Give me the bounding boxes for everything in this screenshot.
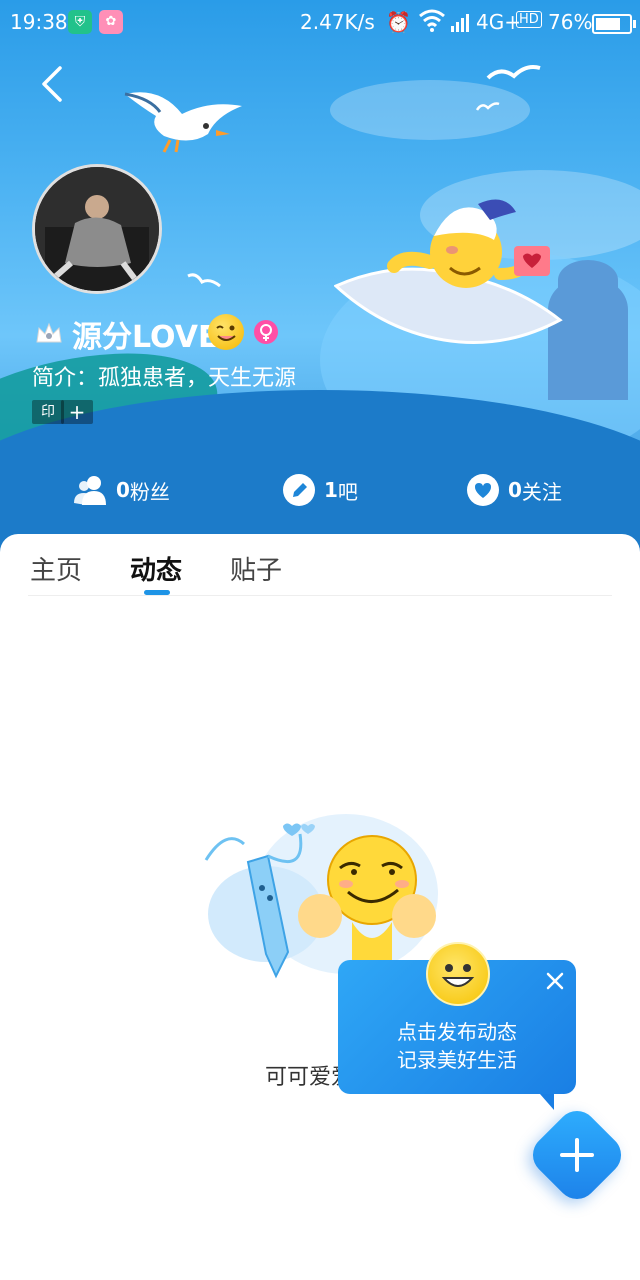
wifi-icon	[419, 9, 445, 32]
add-tag-button[interactable]: +	[61, 400, 93, 424]
close-icon[interactable]	[544, 970, 566, 992]
stat-fans-count: 0	[116, 478, 130, 502]
status-net-speed: 2.47K/s	[300, 10, 375, 34]
stat-following-label: 关注	[521, 479, 562, 504]
bird-icon	[486, 65, 541, 80]
profile-bio: 简介：孤独患者，天生无源	[32, 366, 297, 391]
stat-bars-count: 1	[324, 478, 338, 502]
wink-emoji-icon	[208, 314, 244, 350]
alarm-icon: ⏰	[386, 10, 411, 34]
butterfly-app-icon: ✿	[99, 10, 123, 34]
tip-line-2: 记录美好生活	[397, 1048, 517, 1072]
status-bar: 19:38 ⛨ ✿ 2.47K/s ⏰ 4G+ HD 76%	[0, 0, 640, 44]
plus-icon	[560, 1138, 594, 1172]
content-panel: 主页 动态 贴子 可可爱爱， 点击发布动态 记录美好生活	[0, 534, 640, 1280]
tab-bar: 主页 动态 贴子	[0, 534, 640, 596]
stat-fans-label: 粉丝	[129, 479, 170, 504]
status-time: 19:38	[10, 10, 68, 34]
profile-stats: 0 粉丝 1 吧 0 关注	[0, 470, 640, 510]
carpet-character-illustration	[334, 199, 563, 344]
tab-home[interactable]: 主页	[30, 550, 82, 587]
hd-badge: HD	[516, 11, 542, 28]
back-button[interactable]	[38, 64, 68, 104]
battery-percent: 76%	[548, 10, 593, 34]
stat-following[interactable]: 0 关注	[466, 470, 562, 510]
bird-icon	[476, 102, 500, 111]
stat-bars-label: 吧	[337, 479, 358, 504]
stat-following-count: 0	[508, 478, 522, 502]
signal-icon	[451, 14, 469, 32]
female-gender-icon	[254, 320, 278, 344]
tab-posts[interactable]: 贴子	[230, 550, 282, 587]
security-app-icon: ⛨	[68, 10, 92, 34]
avatar-photo	[35, 167, 159, 291]
heart-icon	[467, 474, 499, 506]
badge-tag: 印	[32, 400, 64, 424]
avatar[interactable]	[32, 164, 162, 294]
crown-icon	[36, 322, 62, 343]
stat-fans[interactable]: 0 粉丝	[74, 470, 170, 510]
publish-tip-bubble: 点击发布动态 记录美好生活	[338, 942, 576, 1110]
pencil-icon	[283, 474, 315, 506]
battery-icon	[592, 14, 636, 34]
seagull-illustration	[124, 92, 242, 153]
people-icon	[74, 476, 106, 505]
smile-face-icon	[426, 942, 490, 1006]
tab-feed[interactable]: 动态	[130, 550, 182, 587]
tip-line-1: 点击发布动态	[397, 1020, 517, 1044]
stat-bars[interactable]: 1 吧	[282, 470, 358, 510]
bird-icon	[187, 273, 221, 288]
tab-divider	[28, 595, 612, 596]
nickname: 源分LOVE	[72, 320, 219, 355]
status-network: 4G+	[476, 10, 521, 34]
